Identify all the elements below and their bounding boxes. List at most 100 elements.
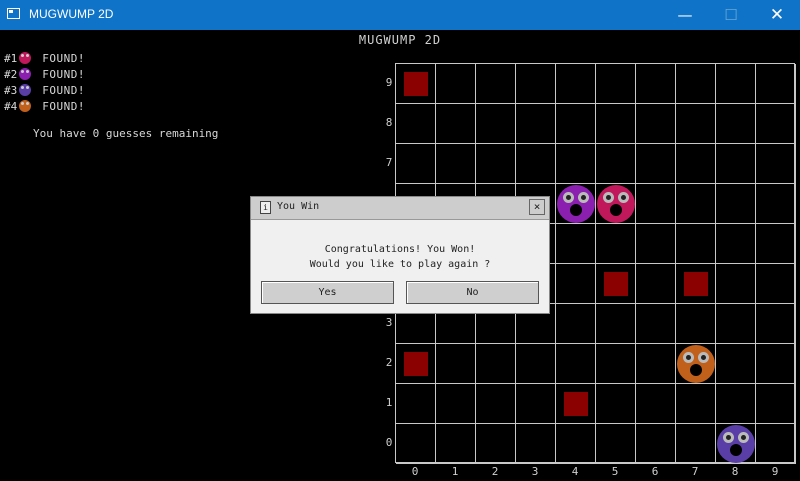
grid-cell[interactable] (676, 384, 716, 424)
grid-cell[interactable] (516, 64, 556, 104)
grid-cell[interactable] (756, 344, 796, 384)
grid-cell[interactable] (436, 384, 476, 424)
grid-cell[interactable] (476, 384, 516, 424)
grid-cell[interactable] (396, 424, 436, 464)
close-button[interactable]: ✕ (754, 0, 800, 30)
grid-cell[interactable] (756, 424, 796, 464)
grid-cell[interactable] (516, 384, 556, 424)
status-row-2: #2 FOUND! (4, 67, 85, 81)
grid-cell[interactable] (756, 304, 796, 344)
guess-marker (604, 272, 628, 296)
grid-cell[interactable] (556, 264, 596, 304)
grid-cell[interactable] (676, 424, 716, 464)
grid-cell[interactable] (476, 344, 516, 384)
grid-cell[interactable] (716, 384, 756, 424)
grid-cell[interactable] (436, 144, 476, 184)
grid-cell[interactable] (636, 104, 676, 144)
grid-cell[interactable] (476, 64, 516, 104)
grid-cell[interactable] (636, 424, 676, 464)
grid-cell[interactable] (676, 184, 716, 224)
grid-cell[interactable] (756, 104, 796, 144)
grid-cell[interactable] (396, 104, 436, 144)
grid-cell[interactable] (596, 384, 636, 424)
grid-cell[interactable] (716, 104, 756, 144)
grid-cell[interactable] (636, 384, 676, 424)
yes-button[interactable]: Yes (261, 281, 394, 304)
grid-cell[interactable] (556, 144, 596, 184)
grid-cell[interactable] (596, 424, 636, 464)
grid-cell[interactable] (756, 384, 796, 424)
grid-cell[interactable] (756, 264, 796, 304)
grid-cell[interactable] (716, 304, 756, 344)
grid-cell[interactable] (396, 144, 436, 184)
grid-cell[interactable] (596, 304, 636, 344)
grid-cell[interactable] (716, 344, 756, 384)
x-axis-label: 7 (691, 465, 699, 478)
grid-cell[interactable] (596, 224, 636, 264)
grid-cell[interactable] (596, 104, 636, 144)
grid-cell[interactable] (436, 344, 476, 384)
grid-cell[interactable] (516, 424, 556, 464)
grid-cell[interactable] (476, 104, 516, 144)
grid-cell[interactable] (716, 64, 756, 104)
mugwump-eye (698, 352, 709, 363)
grid-cell[interactable] (756, 224, 796, 264)
grid-cell[interactable] (636, 184, 676, 224)
status-text: FOUND! (42, 67, 85, 81)
mugwump (677, 345, 715, 383)
dialog-close-button[interactable]: × (529, 199, 545, 215)
grid-cell[interactable] (476, 424, 516, 464)
grid-cell[interactable] (716, 264, 756, 304)
mugwump-icon (19, 100, 32, 112)
grid-cell[interactable] (516, 144, 556, 184)
no-button[interactable]: No (406, 281, 539, 304)
grid-cell[interactable] (556, 424, 596, 464)
grid-cell[interactable] (676, 144, 716, 184)
mugwump (557, 185, 595, 223)
grid-cell[interactable] (636, 144, 676, 184)
grid-cell[interactable] (556, 344, 596, 384)
grid-cell[interactable] (596, 344, 636, 384)
grid-cell[interactable] (596, 144, 636, 184)
grid-cell[interactable] (716, 144, 756, 184)
grid-cell[interactable] (756, 184, 796, 224)
grid-cell[interactable] (716, 224, 756, 264)
status-text: FOUND! (42, 51, 85, 65)
grid-cell[interactable] (676, 224, 716, 264)
grid-cell[interactable] (636, 344, 676, 384)
grid-cell[interactable] (636, 224, 676, 264)
grid-cell[interactable] (676, 304, 716, 344)
grid-cell[interactable] (676, 104, 716, 144)
grid-cell[interactable] (636, 304, 676, 344)
dialog-title: You Win (277, 201, 320, 212)
y-axis-label: 9 (385, 76, 393, 89)
grid-cell[interactable] (676, 64, 716, 104)
grid-cell[interactable] (756, 144, 796, 184)
grid-cell[interactable] (516, 344, 556, 384)
mugwump-eye (618, 192, 629, 203)
guess-marker (684, 272, 708, 296)
grid-cell[interactable] (636, 64, 676, 104)
grid-cell[interactable] (716, 184, 756, 224)
grid-cell[interactable] (596, 64, 636, 104)
grid-cell[interactable] (556, 224, 596, 264)
grid-cell[interactable] (396, 384, 436, 424)
window-title: MUGWUMP 2D (29, 7, 114, 21)
grid-cell[interactable] (556, 64, 596, 104)
status-row-4: #4 FOUND! (4, 99, 85, 113)
grid-cell[interactable] (436, 424, 476, 464)
x-axis-label: 5 (611, 465, 619, 478)
maximize-button[interactable]: ☐ (708, 0, 754, 30)
minimize-button[interactable]: — (662, 0, 708, 30)
grid-cell[interactable] (556, 104, 596, 144)
grid-cell[interactable] (636, 264, 676, 304)
grid-cell[interactable] (436, 104, 476, 144)
game-title: MUGWUMP 2D (358, 33, 442, 47)
grid-cell[interactable] (556, 304, 596, 344)
grid-cell[interactable] (756, 64, 796, 104)
grid-cell[interactable] (516, 104, 556, 144)
grid-cell[interactable] (476, 144, 516, 184)
grid-cell[interactable] (436, 64, 476, 104)
status-label: #4 (4, 99, 18, 113)
window-titlebar: MUGWUMP 2D — ☐ ✕ (0, 0, 800, 30)
